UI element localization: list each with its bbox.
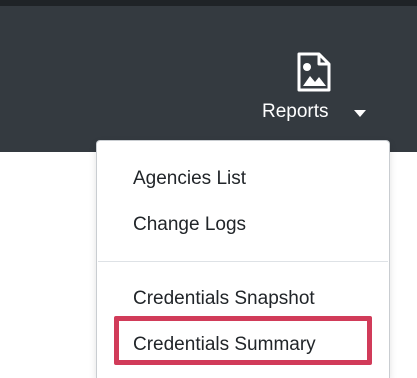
reports-label: Reports: [262, 101, 329, 122]
page: Reports Agencies List Change Logs Creden…: [0, 0, 417, 378]
menu-item-agencies-list[interactable]: Agencies List: [133, 165, 373, 193]
dropdown-divider: [98, 261, 388, 262]
menu-item-change-logs[interactable]: Change Logs: [133, 211, 373, 239]
reports-dropdown-toggle[interactable]: Reports: [252, 42, 382, 132]
menu-item-credentials-summary[interactable]: Credentials Summary: [133, 331, 373, 359]
menu-item-credentials-snapshot[interactable]: Credentials Snapshot: [133, 285, 373, 313]
reports-dropdown-menu: Agencies List Change Logs Credentials Sn…: [96, 140, 390, 378]
image-file-icon: [297, 52, 331, 92]
top-navbar: Reports: [0, 0, 417, 152]
caret-down-icon: [354, 110, 366, 117]
